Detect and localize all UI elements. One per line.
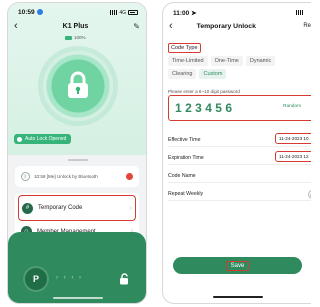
effective-time-row[interactable]: Effective Time 11-24-2023 10 [168, 133, 311, 147]
effective-time-value[interactable]: 11-24-2023 10 [275, 133, 311, 144]
grid-icon: # [22, 202, 33, 214]
home-indicator [213, 296, 263, 298]
code-type-custom[interactable]: Custom [199, 69, 227, 79]
auto-lock-icon [17, 136, 22, 142]
lock-battery: 100% [65, 35, 86, 40]
code-type-options: Time-Limited One-Time Dynamic [168, 56, 311, 66]
slide-arrows: › › › › [56, 275, 83, 281]
unlock-log-card[interactable]: ᛒ 10:58 [Me] Unlock by Bluetooth [15, 166, 139, 187]
expiration-time-row[interactable]: Expiration Time 11-24-2023 12 [168, 151, 311, 165]
signal-icon [296, 10, 303, 15]
save-label: Save [225, 260, 250, 271]
network-type: 4G [119, 9, 126, 16]
edit-icon[interactable]: ✎ [133, 22, 140, 31]
lock-header: ‹ K1 Plus ✎ [14, 20, 140, 32]
unlock-knob[interactable]: P [25, 268, 47, 290]
lock-home-screen: 10:59 4G ‹ K1 Plus ✎ 100% Auto Lock Open… [7, 2, 147, 304]
signal-icon [110, 10, 118, 15]
code-name-row[interactable]: Code Name [168, 169, 311, 183]
menu-item-label: Temporary Code [38, 205, 83, 211]
code-type-time-limited[interactable]: Time-Limited [168, 56, 208, 66]
location-icon [36, 9, 43, 16]
status-time: 11:00 [173, 9, 190, 17]
lock-title: K1 Plus [62, 22, 89, 30]
chevron-right-icon: › [129, 204, 132, 212]
header-action[interactable]: Re [303, 23, 311, 29]
code-type-label: Code Type [168, 43, 201, 53]
save-button[interactable]: Save [173, 257, 302, 274]
code-type-one-time[interactable]: One-Time [210, 56, 243, 66]
battery-icon [128, 10, 138, 15]
page-title: Temporary Unlock [196, 22, 256, 30]
alert-dot-icon [126, 173, 133, 180]
drag-handle[interactable] [68, 159, 88, 161]
expiration-time-value[interactable]: 11-24-2023 12 [275, 151, 311, 162]
log-text: 10:58 [Me] Unlock by Bluetooth [34, 174, 98, 179]
location-arrow-icon: ➤ [191, 9, 197, 17]
slide-unlock-bar[interactable]: P › › › › [8, 232, 146, 303]
auto-lock-label: Auto Lock Opened [25, 136, 67, 142]
lock-button[interactable] [43, 51, 113, 121]
home-indicator [53, 297, 103, 299]
page-header: ‹ Temporary Unlock Re [169, 20, 311, 32]
battery-level-icon [65, 35, 72, 40]
password-field[interactable]: 123456 Random [168, 95, 311, 121]
code-type-options-2: Clearing Custom [168, 69, 311, 79]
status-bar: 11:00 ➤ [173, 8, 303, 17]
repeat-weekly-label: Repeat Weekly [168, 190, 204, 197]
random-button[interactable]: Random [283, 104, 301, 109]
back-icon[interactable]: ‹ [169, 21, 173, 32]
repeat-weekly-row: Repeat Weekly [168, 187, 311, 201]
code-type-dynamic[interactable]: Dynamic [245, 56, 276, 66]
temporary-unlock-screen: 11:00 ➤ ‹ Temporary Unlock Re Code Type … [162, 2, 311, 304]
code-name-label: Code Name [168, 172, 196, 179]
battery-percent: 100% [74, 35, 86, 40]
status-bar: 10:59 4G [18, 8, 138, 17]
password-hint: Please enter a 6~10 digit password [168, 89, 240, 94]
unlock-icon [120, 273, 128, 285]
code-type-clearing[interactable]: Clearing [168, 69, 197, 79]
auto-lock-badge[interactable]: Auto Lock Opened [14, 134, 72, 144]
bluetooth-icon: ᛒ [21, 172, 30, 181]
padlock-icon [68, 71, 88, 98]
password-value: 123456 [175, 101, 236, 115]
menu-item-temporary-code[interactable]: # Temporary Code › [18, 195, 136, 221]
repeat-weekly-toggle[interactable] [308, 190, 311, 200]
status-time: 10:59 [18, 9, 35, 16]
back-icon[interactable]: ‹ [14, 21, 18, 32]
